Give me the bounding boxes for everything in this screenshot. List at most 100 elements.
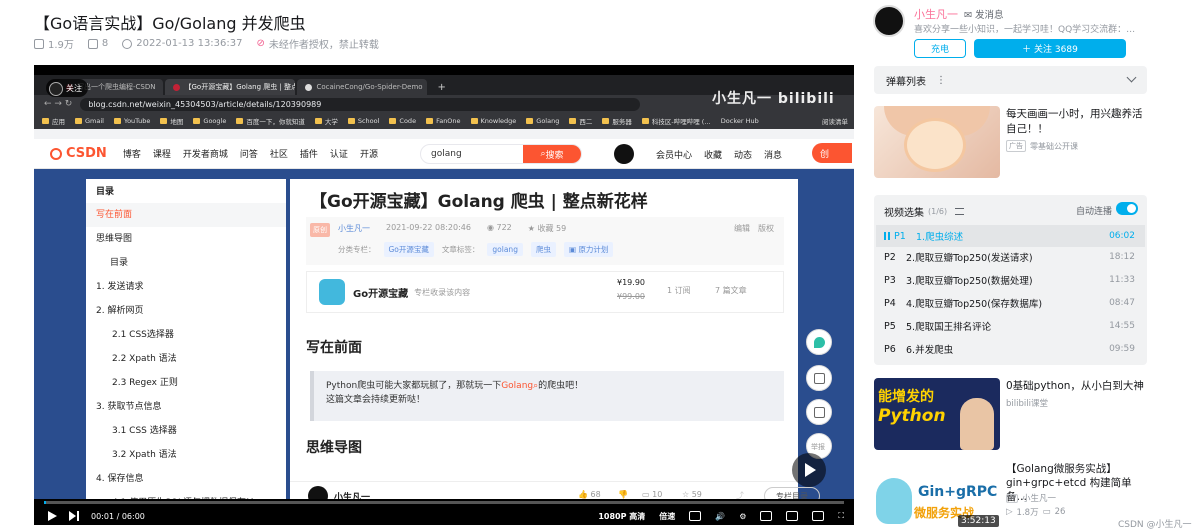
- bookmark: 应用: [42, 116, 65, 126]
- ad-title[interactable]: 每天画画一小时，用兴趣养活自己！！: [1006, 107, 1146, 137]
- danmaku-list-header[interactable]: 弹幕列表 ⋮: [874, 66, 1147, 94]
- csdn-search-button: ⌕ 搜索: [523, 145, 581, 163]
- ad-thumbnail[interactable]: [874, 106, 1000, 178]
- csdn-nav-item: 课程: [152, 150, 171, 160]
- article-tag: 爬虫: [530, 242, 556, 257]
- folder-icon: [314, 118, 322, 124]
- bilibili-icon: [641, 118, 649, 124]
- playing-icon: [884, 232, 890, 240]
- folder-icon: [526, 118, 534, 124]
- next-icon[interactable]: [69, 511, 79, 521]
- quality-button[interactable]: 1080P 高清: [598, 511, 645, 522]
- playlist-item[interactable]: P1 1.爬虫综述 06:02: [876, 225, 1145, 247]
- csdn-navbar: CSDN 博客 课程 开发者商城 问答 社区 插件 认证 开源 golang ⌕…: [34, 139, 854, 169]
- playlist-item[interactable]: P6 6.并发爬虫 09:59: [876, 338, 1145, 360]
- bookmark: School: [347, 117, 379, 125]
- fullscreen-icon[interactable]: ⛶: [838, 511, 844, 521]
- csdn-messages: 消息: [764, 151, 783, 161]
- uploader-avatar[interactable]: [873, 5, 905, 37]
- uploader-name[interactable]: 小生凡一: [914, 6, 958, 22]
- more-icon[interactable]: ⋮: [936, 75, 946, 86]
- toc-item: 3. 获取节点信息: [96, 402, 162, 412]
- send-message-link[interactable]: ✉ 发消息: [964, 7, 1004, 21]
- headset-icon: [806, 399, 832, 425]
- bookmark: Gmail: [75, 117, 104, 125]
- settings-icon[interactable]: ⚙: [739, 512, 746, 521]
- volume-icon[interactable]: 🔊: [715, 512, 725, 521]
- column-price: ¥19.90: [617, 278, 645, 287]
- charge-button[interactable]: 充电: [914, 39, 966, 58]
- toc-item: 4. 保存信息: [96, 474, 144, 484]
- article-date: 2021-09-22 08:20:46: [386, 223, 471, 232]
- playlist-item[interactable]: P3 3.爬取豆瓣Top250(数据处理) 11:33: [876, 269, 1145, 291]
- pip-icon[interactable]: [760, 511, 773, 521]
- widescreen-icon[interactable]: [786, 511, 799, 521]
- bookmark: 地图: [160, 116, 183, 126]
- column-count: 7 篇文章: [715, 286, 747, 295]
- bookmark: 科技区-哔哩哔哩 (…: [641, 116, 711, 126]
- autoplay-toggle[interactable]: [1116, 202, 1138, 215]
- star-icon: ☆: [682, 490, 692, 499]
- bilibili-watermark: 小生凡一 bilibili: [712, 91, 835, 107]
- screen-recording-browser: 写出一个爬虫编程-CSDN 【Go开源宝藏】Golang 爬虫 | 整点 Coc…: [34, 75, 854, 509]
- playlist-header: 视频选集 (1/6): [884, 204, 965, 219]
- golang-link: Golang: [501, 381, 534, 391]
- danmaku-icon: [87, 38, 98, 49]
- column-desc: 专栏收录该内容: [414, 287, 471, 297]
- play-pause-icon[interactable]: [48, 511, 57, 521]
- csdn-nav-item: 社区: [269, 150, 288, 160]
- eye-icon: ◉: [486, 223, 497, 232]
- recommend-title[interactable]: 0基础python，从小白到大神: [1006, 379, 1148, 393]
- progress-bar[interactable]: [44, 501, 844, 504]
- folder-icon: [426, 118, 434, 124]
- section-heading: 思维导图: [306, 440, 362, 456]
- progress-fill: [44, 501, 47, 504]
- playlist-item[interactable]: P5 5.爬取国王排名评论 14:55: [876, 315, 1145, 337]
- url-field: blog.csdn.net/weixin_45304503/article/de…: [80, 97, 641, 111]
- playlist-item[interactable]: P4 4.爬取豆瓣Top250(保存数据库) 08:47: [876, 292, 1145, 314]
- csdn-nav-item: 开源: [359, 150, 378, 160]
- follow-badge[interactable]: 关注: [46, 79, 88, 97]
- list-icon[interactable]: [955, 208, 965, 215]
- map-icon: [160, 118, 168, 124]
- csdn-right-nav: 会员中心 收藏 动态 消息: [656, 148, 782, 161]
- folder-icon: [42, 118, 49, 124]
- csdn-search-query: golang: [431, 149, 462, 159]
- webfullscreen-icon[interactable]: [812, 511, 825, 521]
- folder-icon: [569, 118, 577, 124]
- play-icon[interactable]: [792, 453, 826, 487]
- dislike-icon: 👎: [618, 490, 628, 499]
- play-count-icon: [34, 38, 44, 49]
- csdn-search: golang ⌕ 搜索: [420, 144, 582, 164]
- copyright-notice: ⊘ 未经作者授权，禁止转载: [256, 38, 379, 51]
- toc-head: 目录: [96, 187, 115, 197]
- folder-icon: [347, 118, 355, 124]
- edit-icon: [806, 365, 832, 391]
- control-right: 1080P 高清 倍速 🔊 ⚙ ⛶: [598, 511, 844, 522]
- bookmark: Golang: [526, 117, 559, 125]
- github-favicon-icon: [305, 83, 313, 91]
- csdn-logo: CSDN: [50, 146, 107, 161]
- csdn-avatar: [614, 144, 634, 164]
- control-row: 00:01 / 06:00 1080P 高清 倍速 🔊 ⚙ ⛶: [34, 507, 854, 525]
- subtitle-icon[interactable]: [689, 511, 702, 521]
- clock-icon: [122, 38, 133, 49]
- baidu-icon: [236, 118, 244, 124]
- ad-label: 广告 零基础公开课: [1006, 140, 1078, 152]
- article-tags-row: 分类专栏： Go开源宝藏 文章标签： golang 爬虫 ▣ 原力计划: [338, 242, 614, 257]
- follow-button[interactable]: ＋ 关注 3689: [974, 39, 1126, 58]
- danmaku-count: 8: [87, 38, 108, 49]
- speed-button[interactable]: 倍速: [659, 511, 675, 522]
- bookmark: Knowledge: [470, 117, 516, 125]
- recommend-author: UP 小生凡一: [1006, 493, 1057, 504]
- toc-item: 3.1 CSS 选择器: [112, 426, 177, 436]
- article-author: 小生凡一: [338, 224, 370, 233]
- recommend-thumbnail[interactable]: 能增发的 Python: [874, 378, 1000, 450]
- google-icon: [193, 118, 201, 124]
- playlist-item[interactable]: P2 2.爬取豆瓣Top250(发送请求) 18:12: [876, 246, 1145, 268]
- reading-list: 阅读清单: [822, 118, 848, 126]
- video-player[interactable]: 写出一个爬虫编程-CSDN 【Go开源宝藏】Golang 爬虫 | 整点 Coc…: [34, 65, 854, 525]
- comment-icon: ▭: [642, 490, 653, 499]
- chevron-down-icon[interactable]: [1126, 72, 1137, 83]
- csdn-favorites: 收藏: [704, 151, 723, 161]
